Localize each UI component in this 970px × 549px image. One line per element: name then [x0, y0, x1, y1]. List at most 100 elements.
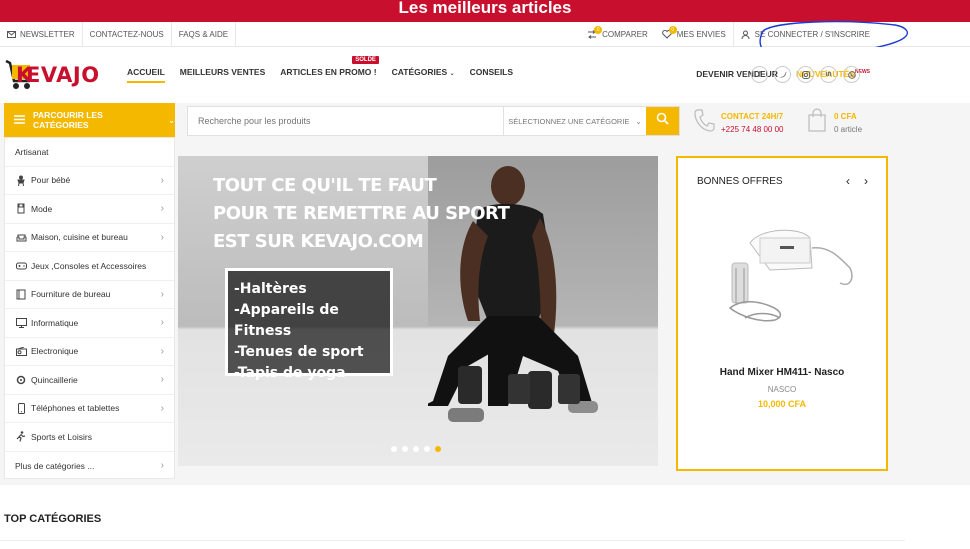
phone-icon [693, 108, 715, 137]
banner-list-item: -Tenues de sport [234, 344, 364, 360]
chevron-down-icon: ⌄ [449, 71, 455, 77]
chevron-down-icon: ⌄ [635, 116, 642, 126]
chevron-right-icon: › [160, 402, 164, 414]
compare-link[interactable]: 0 Comparer [580, 22, 655, 47]
chevron-right-icon: › [160, 374, 164, 386]
product-brand: NASCO [767, 385, 797, 394]
chevron-right-icon: › [160, 317, 164, 329]
chevron-right-icon: › [160, 203, 164, 215]
banner-headline: TOUT CE QU'IL TE FAUT POUR TE REMETTRE A… [213, 172, 510, 256]
notepad-icon [15, 289, 27, 300]
wishlist-count: 0 [668, 26, 677, 34]
contact-label: Contact 24h/7 [721, 111, 784, 121]
compare-icon: 0 [587, 26, 603, 39]
sidebar-item-label: Maison, cuisine et bureau [31, 232, 128, 243]
shopping-bag-icon [808, 108, 826, 137]
carousel-dot[interactable] [413, 446, 419, 452]
sidebar-item-label: Sports et Loisirs [31, 431, 92, 442]
shirt-icon [15, 203, 27, 214]
linkedin-icon[interactable]: in [820, 66, 837, 83]
chevron-down-icon: ⌄ [168, 115, 175, 125]
sidebar-item-label: Mode [31, 203, 53, 214]
category-select[interactable]: Sélectionnez une catégorie ⌄ [503, 107, 646, 135]
category-select-label: Sélectionnez une catégorie [508, 116, 630, 126]
carousel-dot[interactable] [391, 446, 397, 452]
sofa-icon [15, 233, 27, 242]
mail-icon [7, 31, 16, 38]
sidebar-item-pour-bebe[interactable]: Pour bébé › [5, 167, 174, 195]
wishlist-label: Mes envies [676, 30, 726, 39]
logo-text: EVAJO [26, 63, 100, 87]
baby-icon [15, 175, 27, 186]
running-icon [15, 431, 27, 442]
facebook-icon[interactable]: f [751, 66, 768, 83]
contact-phone[interactable]: +225 74 48 00 00 [721, 123, 784, 136]
menu-icon [14, 114, 25, 126]
sidebar-item-sports[interactable]: Sports et Loisirs [5, 423, 174, 452]
newsletter-link[interactable]: Newsletter [0, 22, 83, 47]
login-link[interactable]: Se connecter / S'inscrire [732, 22, 970, 47]
social-links: f in [751, 66, 860, 83]
user-icon [741, 30, 750, 39]
chevron-left-icon[interactable]: ‹ [846, 174, 850, 188]
sidebar-item-quincaillerie[interactable]: Quincaillerie › [5, 366, 174, 395]
cart-count: 0 article [834, 124, 863, 134]
search-icon [656, 112, 669, 130]
twitter-icon[interactable] [774, 66, 791, 83]
sidebar-item-label: Fourniture de bureau [31, 289, 111, 300]
sidebar-item-artisanat[interactable]: Artisanat [5, 138, 174, 167]
faq-link[interactable]: FAQs & Aide [172, 22, 237, 47]
contact-link[interactable]: Contactez-nous [83, 22, 172, 47]
carousel-dot[interactable] [424, 446, 430, 452]
main-nav: Accueil Meilleurs ventes Articles en pro… [127, 56, 513, 83]
nav-articles-en-promo[interactable]: Articles en promo ! Solde [280, 56, 379, 83]
monitor-icon [15, 317, 27, 328]
sidebar-item-plus[interactable]: Plus de catégories ... › [5, 452, 174, 481]
carousel-dot[interactable] [402, 446, 408, 452]
browse-categories-button[interactable]: Parcourir les catégories ⌄ [4, 103, 175, 137]
product-price: 10,000 CFA [757, 399, 807, 409]
product-name[interactable]: Hand Mixer HM411- Nasco [678, 367, 886, 378]
wishlist-link[interactable]: 0 Mes envies [655, 22, 733, 47]
sidebar-item-maison[interactable]: Maison, cuisine et bureau › [5, 224, 174, 252]
chevron-right-icon[interactable]: › [864, 174, 868, 188]
search-button[interactable] [646, 107, 679, 135]
sidebar-item-electronique[interactable]: Electronique › [5, 338, 174, 366]
nav-articles-en-promo-label: Articles en promo ! [280, 67, 377, 77]
sidebar-item-fourniture[interactable]: Fourniture de bureau › [5, 281, 174, 309]
carousel-dot-active[interactable] [435, 446, 441, 452]
search-input[interactable] [188, 107, 503, 135]
sidebar-item-label: Informatique [31, 317, 79, 328]
divider [0, 540, 905, 541]
banner-headline-line: TOUT CE QU'IL TE FAUT [213, 175, 437, 196]
sidebar-item-label: Jeux ,Consoles et Accessoires [31, 260, 147, 271]
sidebar-item-informatique[interactable]: Informatique › [5, 309, 174, 338]
compare-count: 0 [594, 26, 603, 34]
sidebar-item-mode[interactable]: Mode › [5, 195, 174, 224]
nav-conseils[interactable]: Conseils [470, 67, 513, 83]
newsletter-label: Newsletter [20, 30, 75, 39]
banner-list-item: -Appareils de Fitness [234, 302, 339, 339]
sidebar-item-label: Quincaillerie [31, 374, 78, 385]
faq-label: FAQs & Aide [178, 30, 229, 39]
sidebar-item-telephones[interactable]: Téléphones et tablettes › [5, 395, 174, 423]
instagram-icon[interactable] [797, 66, 814, 83]
carousel-dots [391, 446, 441, 452]
banner-list-item: -Haltères [234, 281, 307, 297]
product-image[interactable] [700, 208, 870, 348]
site-logo[interactable]: K EVAJO [4, 57, 99, 93]
nav-accueil[interactable]: Accueil [127, 67, 165, 83]
cart-block[interactable]: 0 CFA 0 article [808, 108, 862, 137]
whatsapp-icon[interactable] [843, 66, 860, 83]
hero-banner[interactable]: TOUT CE QU'IL TE FAUT POUR TE REMETTRE A… [178, 156, 658, 466]
heart-icon: 0 [661, 26, 677, 39]
sidebar-item-label: Téléphones et tablettes [31, 403, 120, 414]
banner-list-box: -Haltères -Appareils de Fitness -Tenues … [225, 268, 393, 381]
chevron-right-icon: › [160, 460, 164, 472]
radio-icon [15, 346, 27, 356]
top-categories-section: Top catégories [0, 485, 970, 549]
nav-categories[interactable]: Catégories ⌄ [392, 67, 455, 83]
nav-meilleurs-ventes[interactable]: Meilleurs ventes [180, 67, 265, 83]
sidebar-item-jeux[interactable]: Jeux ,Consoles et Accessoires [5, 252, 174, 281]
chevron-right-icon: › [160, 231, 164, 243]
